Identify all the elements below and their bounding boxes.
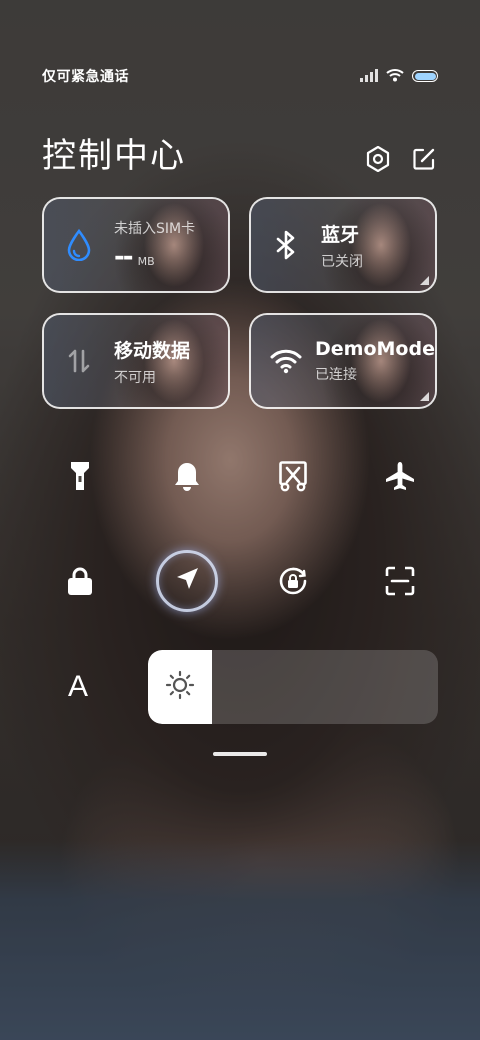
drag-handle[interactable] [213, 752, 267, 756]
expand-corner-icon [420, 392, 429, 401]
signal-icon [360, 67, 378, 86]
mobile-data-tile[interactable]: 移动数据 不可用 [42, 313, 230, 409]
settings-icon[interactable] [366, 145, 390, 176]
lock-icon[interactable] [38, 553, 122, 609]
water-drop-icon [44, 229, 114, 261]
toggle-row-2 [38, 550, 442, 612]
wifi-network-label: DemoMode [315, 338, 435, 360]
expand-corner-icon [420, 276, 429, 285]
bell-icon[interactable] [145, 448, 229, 504]
bottom-controls: A [42, 650, 438, 724]
brightness-fill [148, 650, 212, 724]
data-usage-tile[interactable]: 未插入SIM卡 -- MB [42, 197, 230, 293]
mobile-data-label: 移动数据 [114, 339, 191, 362]
bluetooth-label: 蓝牙 [321, 223, 360, 246]
page-title: 控制中心 [42, 135, 186, 176]
sim-status-label: 未插入SIM卡 [114, 221, 196, 237]
wifi-icon [386, 67, 404, 86]
header: 控制中心 [42, 128, 436, 176]
bluetooth-status: 已关闭 [321, 253, 363, 270]
data-usage-value: -- [114, 242, 134, 272]
sun-icon [165, 670, 195, 704]
bluetooth-icon [251, 230, 321, 260]
battery-icon [412, 70, 438, 82]
location-active-ring [155, 550, 218, 612]
wifi-tile[interactable]: DemoMode 已连接 [249, 313, 437, 409]
mobile-data-status: 不可用 [114, 369, 156, 386]
rotation-lock-icon[interactable] [251, 553, 335, 609]
airplane-icon[interactable] [358, 448, 442, 504]
mobile-data-icon [44, 347, 114, 375]
toggle-row-1 [38, 448, 442, 504]
bluetooth-tile[interactable]: 蓝牙 已关闭 [249, 197, 437, 293]
screen-cast-icon[interactable] [251, 448, 335, 504]
font-size-button[interactable]: A [42, 670, 118, 704]
wifi-status: 已连接 [315, 367, 357, 383]
location-toggle[interactable] [145, 550, 229, 612]
edit-icon[interactable] [412, 147, 436, 175]
wifi-icon [251, 348, 321, 374]
status-bar: 仅可紧急通话 [42, 64, 438, 88]
status-icons [360, 67, 438, 86]
data-usage-unit: MB [137, 255, 155, 268]
flashlight-icon[interactable] [38, 448, 122, 504]
brightness-slider[interactable] [148, 650, 438, 724]
location-icon [174, 566, 200, 596]
scan-icon[interactable] [358, 553, 442, 609]
carrier-text: 仅可紧急通话 [42, 69, 129, 85]
